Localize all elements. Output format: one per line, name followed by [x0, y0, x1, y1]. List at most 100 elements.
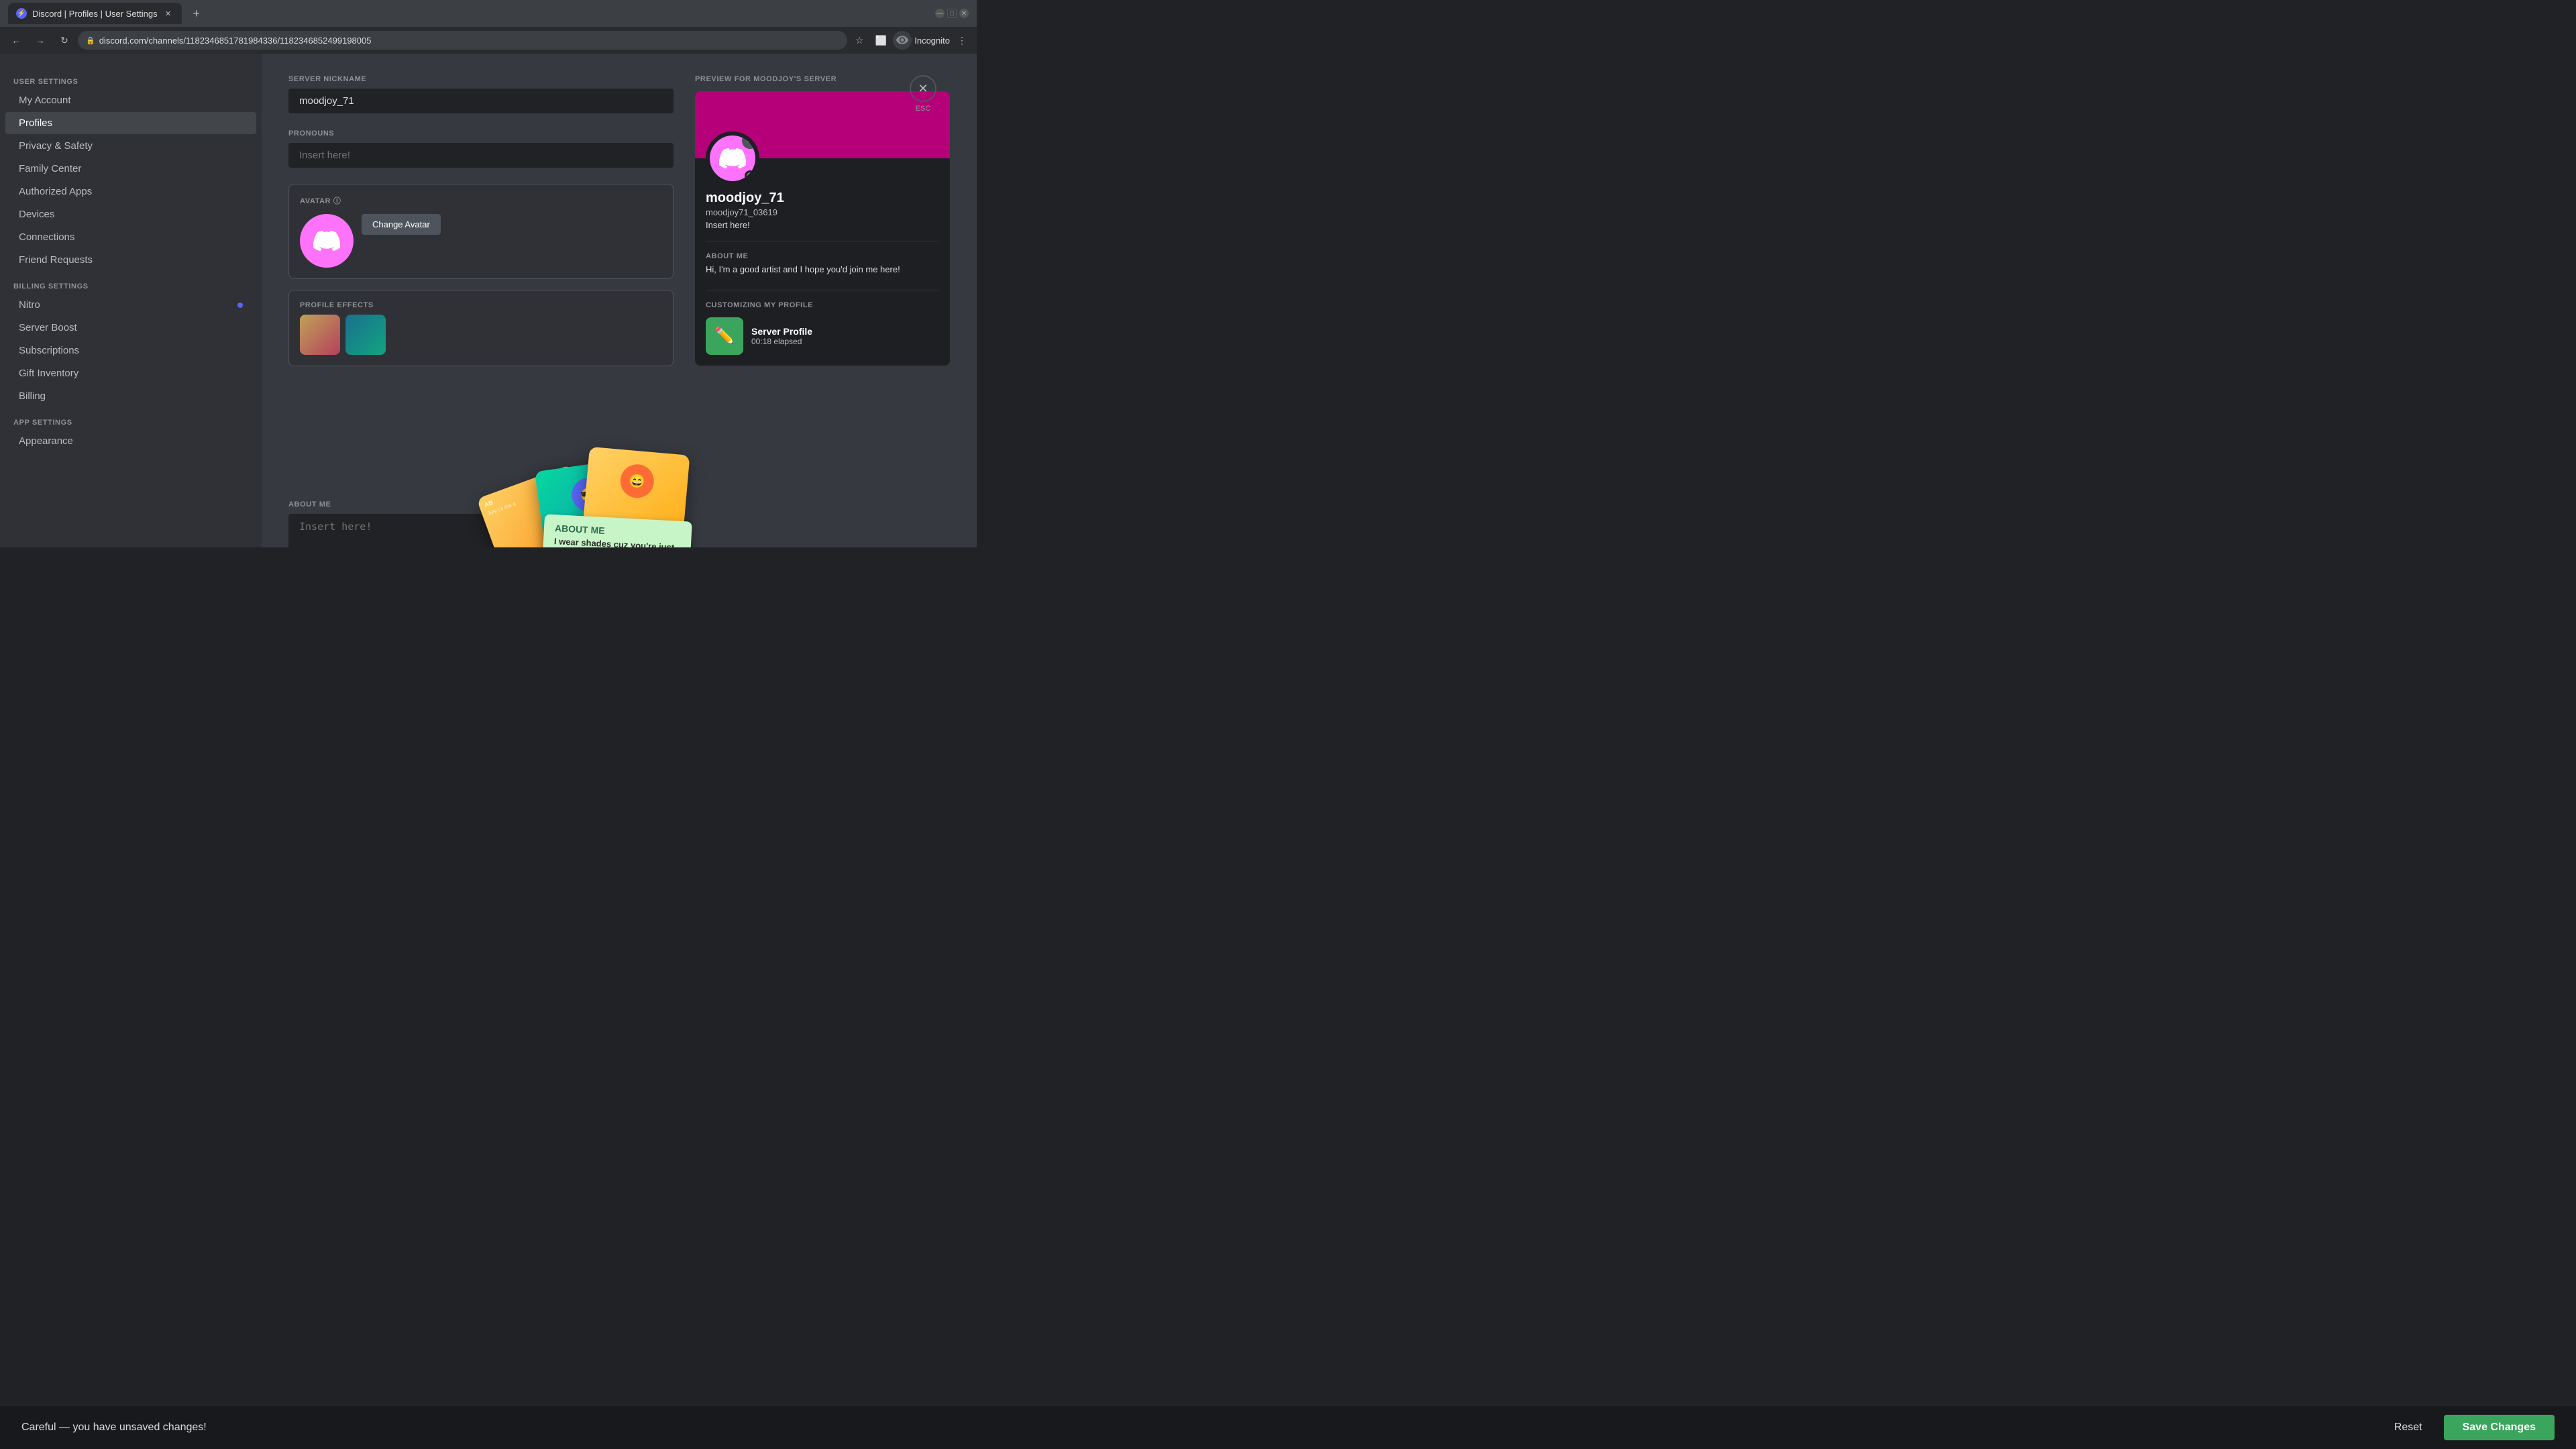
browser-tab[interactable]: ⚡ Discord | Profiles | User Settings ✕	[8, 3, 182, 24]
sidebar-label-appearance: Appearance	[19, 435, 73, 447]
preview-about-me-label: ABOUT ME	[695, 247, 950, 263]
preview-pronouns: Insert here!	[695, 219, 950, 235]
profile-item-elapsed: 00:18 elapsed	[751, 337, 812, 346]
nitro-dot	[237, 303, 243, 308]
esc-button[interactable]: ✕ ESC	[910, 75, 936, 113]
sidebar-item-privacy-safety[interactable]: Privacy & Safety	[5, 135, 256, 157]
content-row: SERVER NICKNAME PRONOUNS AVATAR ⓘ	[288, 75, 950, 547]
card-3-avatar: 😄	[619, 463, 655, 499]
bookmark-button[interactable]: ☆	[850, 31, 869, 50]
sidebar-item-my-account[interactable]: My Account	[5, 89, 256, 111]
sidebar-item-friend-requests[interactable]: Friend Requests	[5, 249, 256, 271]
effect-card-1	[300, 315, 340, 355]
avatar-edit-overlay[interactable]: ✏	[742, 133, 758, 149]
address-bar[interactable]: 🔒 discord.com/channels/11823468517819843…	[78, 31, 847, 50]
pronouns-group: PRONOUNS	[288, 129, 674, 168]
form-section: SERVER NICKNAME PRONOUNS AVATAR ⓘ	[288, 75, 674, 547]
sidebar-label-subscriptions: Subscriptions	[19, 345, 79, 356]
profile-effects-section: PROFILE EFFECTS	[288, 290, 674, 366]
sidebar-label-authorized-apps: Authorized Apps	[19, 186, 92, 197]
sidebar-item-nitro[interactable]: Nitro	[5, 294, 256, 316]
sidebar-label-my-account: My Account	[19, 95, 71, 106]
about-me-group: ABOUT ME	[288, 500, 674, 547]
profile-preview-card: ✏ moodjoy_71 moodjoy71_03619 Insert here…	[695, 91, 950, 366]
server-nickname-group: SERVER NICKNAME	[288, 75, 674, 113]
sidebar-item-subscriptions[interactable]: Subscriptions	[5, 339, 256, 362]
about-me-label: ABOUT ME	[288, 500, 674, 508]
profile-effects-inner	[300, 315, 662, 355]
effect-card-2	[345, 315, 386, 355]
preview-username: moodjoy71_03619	[695, 206, 950, 219]
sidebar-item-devices[interactable]: Devices	[5, 203, 256, 225]
change-avatar-button[interactable]: Change Avatar	[362, 214, 441, 235]
sidebar: USER SETTINGS My Account Profiles Privac…	[0, 54, 262, 547]
sidebar-label-server-boost: Server Boost	[19, 322, 77, 333]
about-me-textarea[interactable]	[288, 514, 674, 547]
sidebar-item-billing[interactable]: Billing	[5, 385, 256, 407]
esc-label: ESC	[916, 105, 931, 113]
back-button[interactable]: ←	[5, 30, 27, 51]
sidebar-label-friend-requests: Friend Requests	[19, 254, 93, 266]
profile-item-icon: ✏️	[706, 317, 743, 355]
reset-button[interactable]: Reset	[2383, 1415, 2433, 1440]
split-button[interactable]: ⬜	[871, 31, 890, 50]
profile-customization-row: ✏️ Server Profile 00:18 elapsed	[695, 315, 950, 366]
sidebar-item-authorized-apps[interactable]: Authorized Apps	[5, 180, 256, 203]
sidebar-label-privacy-safety: Privacy & Safety	[19, 140, 93, 152]
avatar-label: AVATAR ⓘ	[300, 195, 662, 206]
sidebar-label-connections: Connections	[19, 231, 74, 243]
window-maximize[interactable]: □	[947, 9, 957, 18]
sidebar-item-gift-inventory[interactable]: Gift Inventory	[5, 362, 256, 384]
incognito-button[interactable]	[893, 31, 912, 50]
browser-menu-button[interactable]: ⋮	[953, 31, 971, 50]
preview-display-name: moodjoy_71	[695, 191, 950, 206]
profile-effects-label: PROFILE EFFECTS	[300, 301, 662, 309]
forward-button[interactable]: →	[30, 30, 51, 51]
browser-chrome: ⚡ Discord | Profiles | User Settings ✕ +…	[0, 0, 977, 54]
preview-section: PREVIEW FOR MOODJOY'S SERVER ✕ ESC	[695, 75, 950, 547]
avatar-section-inner: Change Avatar	[300, 214, 662, 268]
app-settings-label: APP SETTINGS	[0, 408, 262, 429]
app-layout: USER SETTINGS My Account Profiles Privac…	[0, 54, 977, 547]
preview-customizing-label: CUSTOMIZING MY PROFILE	[695, 296, 950, 315]
tab-close-button[interactable]: ✕	[163, 8, 174, 19]
preview-avatar-area: ✏	[695, 131, 950, 185]
billing-settings-label: BILLING SETTINGS	[0, 272, 262, 293]
esc-x-icon: ✕	[918, 82, 928, 96]
sidebar-item-family-center[interactable]: Family Center	[5, 158, 256, 180]
sidebar-item-connections[interactable]: Connections	[5, 226, 256, 248]
tab-title: Discord | Profiles | User Settings	[32, 9, 158, 19]
browser-titlebar: ⚡ Discord | Profiles | User Settings ✕ +…	[0, 0, 977, 27]
profile-effects-area: PROFILE EFFECTS AB Jus	[288, 290, 674, 366]
pronouns-label: PRONOUNS	[288, 129, 674, 138]
status-dot	[745, 170, 755, 181]
user-settings-label: USER SETTINGS	[0, 67, 262, 89]
preview-about-me-text: Hi, I'm a good artist and I hope you'd j…	[695, 263, 950, 284]
sidebar-label-gift-inventory: Gift Inventory	[19, 368, 78, 379]
bottom-bar: Careful — you have unsaved changes! Rese…	[0, 1406, 2576, 1449]
preview-avatar: ✏	[706, 131, 759, 185]
window-close[interactable]: ✕	[959, 9, 969, 18]
incognito-label: Incognito	[914, 36, 950, 46]
server-nickname-label: SERVER NICKNAME	[288, 75, 674, 83]
new-tab-button[interactable]: +	[187, 4, 206, 23]
sidebar-item-appearance[interactable]: Appearance	[5, 430, 256, 452]
sidebar-item-profiles[interactable]: Profiles	[5, 112, 256, 134]
pronouns-input[interactable]	[288, 143, 674, 168]
refresh-button[interactable]: ↻	[54, 30, 75, 51]
sidebar-label-nitro: Nitro	[19, 299, 40, 311]
window-minimize[interactable]: —	[935, 9, 945, 18]
sidebar-item-server-boost[interactable]: Server Boost	[5, 317, 256, 339]
sidebar-label-family-center: Family Center	[19, 163, 81, 174]
tab-favicon: ⚡	[16, 8, 27, 19]
sidebar-label-billing: Billing	[19, 390, 46, 402]
lock-icon: 🔒	[86, 36, 95, 45]
server-nickname-input[interactable]	[288, 89, 674, 113]
profile-item-info: Server Profile 00:18 elapsed	[751, 326, 812, 346]
main-content: SERVER NICKNAME PRONOUNS AVATAR ⓘ	[262, 54, 977, 547]
unsaved-message: Careful — you have unsaved changes!	[21, 1421, 2373, 1434]
sidebar-label-devices: Devices	[19, 209, 54, 220]
save-changes-button[interactable]: Save Changes	[2444, 1415, 2555, 1440]
url-text: discord.com/channels/1182346851781984336…	[99, 36, 372, 46]
avatar-preview	[300, 214, 354, 268]
